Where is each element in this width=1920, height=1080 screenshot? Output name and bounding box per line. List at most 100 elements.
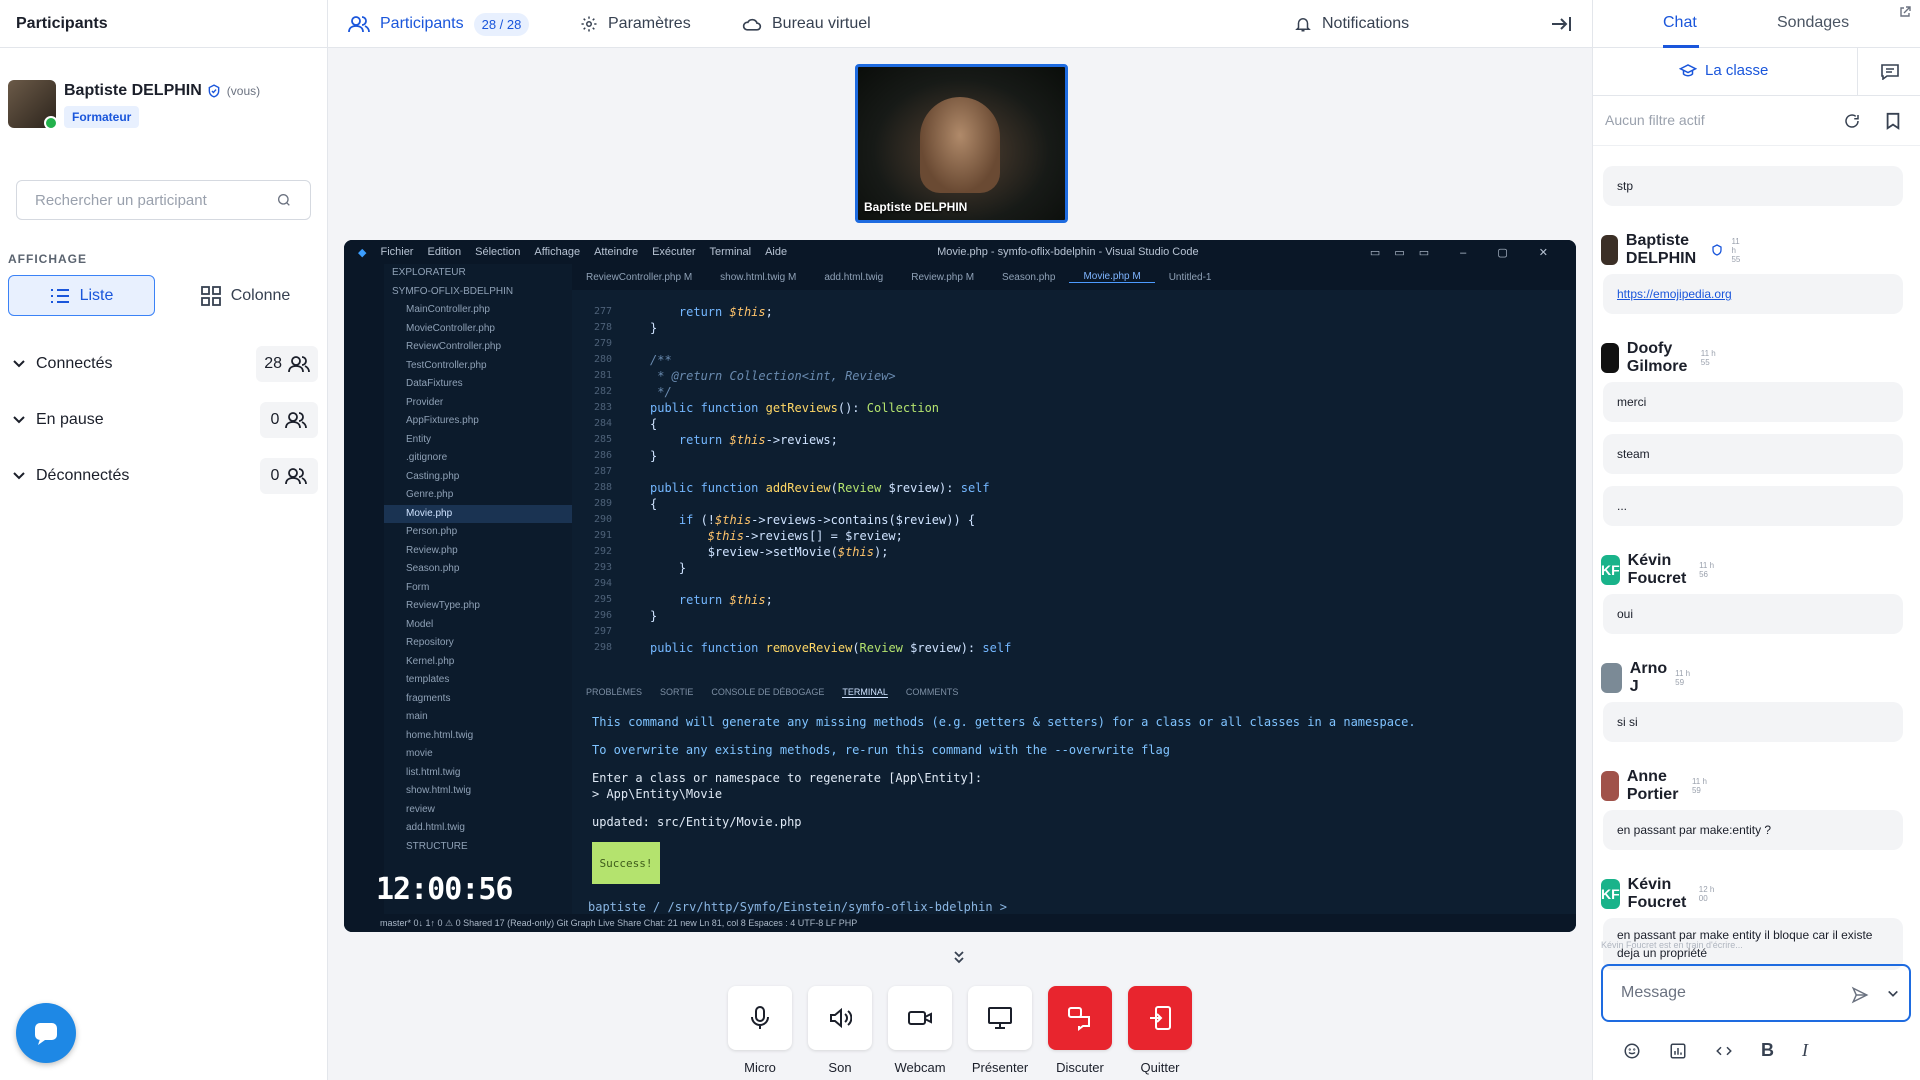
bookmark-icon[interactable]: [1885, 112, 1901, 130]
explorer-item[interactable]: ReviewController.php: [384, 338, 572, 357]
explorer-item[interactable]: Provider: [384, 394, 572, 413]
tab-chat[interactable]: Chat: [1663, 14, 1697, 32]
explorer-item[interactable]: movie: [384, 745, 572, 764]
explorer-item[interactable]: .gitignore: [384, 449, 572, 468]
explorer-item[interactable]: DataFixtures: [384, 375, 572, 394]
code-icon[interactable]: [1715, 1042, 1733, 1060]
editor-tab[interactable]: add.html.twig: [810, 272, 897, 283]
message-time: 11 h 59: [1675, 669, 1691, 687]
explorer-item[interactable]: Genre.php: [384, 486, 572, 505]
webcam-button[interactable]: [888, 986, 952, 1050]
bold-icon[interactable]: B: [1761, 1040, 1774, 1061]
refresh-icon[interactable]: [1843, 112, 1861, 130]
explorer-item[interactable]: add.html.twig: [384, 819, 572, 838]
webcam-control[interactable]: Webcam: [888, 986, 952, 1075]
poll-chart-icon[interactable]: [1669, 1042, 1687, 1060]
group-paused[interactable]: En pause 0: [12, 402, 318, 438]
explorer-item[interactable]: review: [384, 801, 572, 820]
discuter-control[interactable]: Discuter: [1048, 986, 1112, 1075]
group-connected[interactable]: Connectés 28: [12, 346, 318, 382]
chat-panel: Chat Sondages La classe Aucun filtre act…: [1592, 0, 1920, 1080]
explorer-item[interactable]: Movie.php: [384, 504, 572, 523]
explorer-item[interactable]: Form: [384, 579, 572, 598]
terminal-tab[interactable]: SORTIE: [660, 687, 693, 697]
editor-tab[interactable]: ReviewController.php M: [572, 272, 706, 283]
presenter-webcam[interactable]: Baptiste DELPHIN: [855, 64, 1068, 223]
current-user: Baptiste DELPHIN (vous) Formateur: [8, 80, 260, 130]
tab-settings[interactable]: Paramètres: [580, 0, 691, 48]
terminal-tab[interactable]: COMMENTS: [906, 687, 959, 697]
quitter-control[interactable]: Quitter: [1128, 986, 1192, 1075]
send-icon[interactable]: [1851, 986, 1869, 1004]
tab-polls[interactable]: Sondages: [1777, 14, 1849, 32]
explorer-item[interactable]: list.html.twig: [384, 764, 572, 783]
collapse-panel-button[interactable]: [1550, 0, 1572, 48]
explorer-item[interactable]: Person.php: [384, 523, 572, 542]
micro-button[interactable]: [728, 986, 792, 1050]
class-channel-button[interactable]: La classe: [1679, 62, 1768, 79]
editor-tab[interactable]: Untitled-1: [1155, 272, 1226, 283]
online-status-dot: [44, 116, 58, 130]
explorer-item[interactable]: STRUCTURE: [384, 838, 572, 857]
message-link[interactable]: https://emojipedia.org: [1617, 285, 1732, 303]
private-messages-button[interactable]: [1857, 48, 1920, 96]
explorer-item[interactable]: Season.php: [384, 560, 572, 579]
explorer-item[interactable]: home.html.twig: [384, 727, 572, 746]
verified-shield-icon: [1711, 244, 1723, 256]
message-text: en passant par make:entity ?: [1617, 823, 1772, 837]
group-disconnected[interactable]: Déconnectés 0: [12, 458, 318, 494]
micro-control[interactable]: Micro: [728, 986, 792, 1075]
message-input[interactable]: Message: [1601, 964, 1911, 1022]
explorer-item[interactable]: SYMFO-OFLIX-BDELPHIN: [384, 283, 572, 302]
son-control[interactable]: Son: [808, 986, 872, 1075]
explorer-item[interactable]: Model: [384, 616, 572, 635]
editor-tab[interactable]: Season.php: [988, 272, 1069, 283]
avatar: [1601, 663, 1622, 693]
italic-icon[interactable]: I: [1802, 1040, 1808, 1061]
explorer-item[interactable]: main: [384, 708, 572, 727]
explorer-item[interactable]: fragments: [384, 690, 572, 709]
présenter-button[interactable]: [968, 986, 1032, 1050]
quitter-button[interactable]: [1128, 986, 1192, 1050]
explorer-item[interactable]: TestController.php: [384, 357, 572, 376]
mic-icon: [749, 1005, 771, 1031]
group-count: 0: [260, 402, 318, 438]
explorer-item[interactable]: Entity: [384, 431, 572, 450]
explorer-item[interactable]: Casting.php: [384, 468, 572, 487]
graduation-cap-icon: [1679, 63, 1697, 79]
explorer-item[interactable]: Kernel.php: [384, 653, 572, 672]
view-column-button[interactable]: Colonne: [172, 275, 319, 316]
editor-tab[interactable]: show.html.twig M: [706, 272, 810, 283]
explorer-item[interactable]: show.html.twig: [384, 782, 572, 801]
tab-participants[interactable]: Participants 28 / 28: [348, 0, 530, 48]
explorer-item[interactable]: Repository: [384, 634, 572, 653]
explorer-item[interactable]: MainController.php: [384, 301, 572, 320]
terminal-tab[interactable]: TERMINAL: [842, 687, 888, 698]
discuter-button[interactable]: [1048, 986, 1112, 1050]
expand-controls-button[interactable]: [952, 950, 966, 964]
son-button[interactable]: [808, 986, 872, 1050]
explorer-item[interactable]: MovieController.php: [384, 320, 572, 339]
présenter-control[interactable]: Présenter: [968, 986, 1032, 1075]
explorer-item[interactable]: AppFixtures.php: [384, 412, 572, 431]
terminal-tab[interactable]: CONSOLE DE DÉBOGAGE: [711, 687, 824, 697]
tab-virtual-office[interactable]: Bureau virtuel: [742, 0, 871, 48]
explorer-item[interactable]: ReviewType.php: [384, 597, 572, 616]
explorer-item[interactable]: Review.php: [384, 542, 572, 561]
notifications-button[interactable]: Notifications: [1294, 0, 1409, 48]
editor-tab[interactable]: Movie.php M: [1069, 271, 1155, 283]
arrow-to-right-icon: [1550, 15, 1572, 33]
editor-tab[interactable]: Review.php M: [897, 272, 988, 283]
explorer-item[interactable]: EXPLORATEUR: [384, 264, 572, 283]
control-label: Quitter: [1140, 1060, 1180, 1075]
external-link-icon[interactable]: [1899, 6, 1911, 18]
explorer-item[interactable]: templates: [384, 671, 572, 690]
terminal-line: > App\Entity\Movie: [592, 787, 723, 801]
view-list-button[interactable]: Liste: [8, 275, 155, 316]
emoji-icon[interactable]: [1623, 1042, 1641, 1060]
view-list-label: Liste: [79, 286, 114, 304]
chevron-down-icon[interactable]: [1887, 988, 1899, 1000]
participant-search-input[interactable]: Rechercher un participant: [16, 180, 311, 220]
support-chat-button[interactable]: [16, 1003, 76, 1063]
terminal-tab[interactable]: PROBLÈMES: [586, 687, 642, 697]
